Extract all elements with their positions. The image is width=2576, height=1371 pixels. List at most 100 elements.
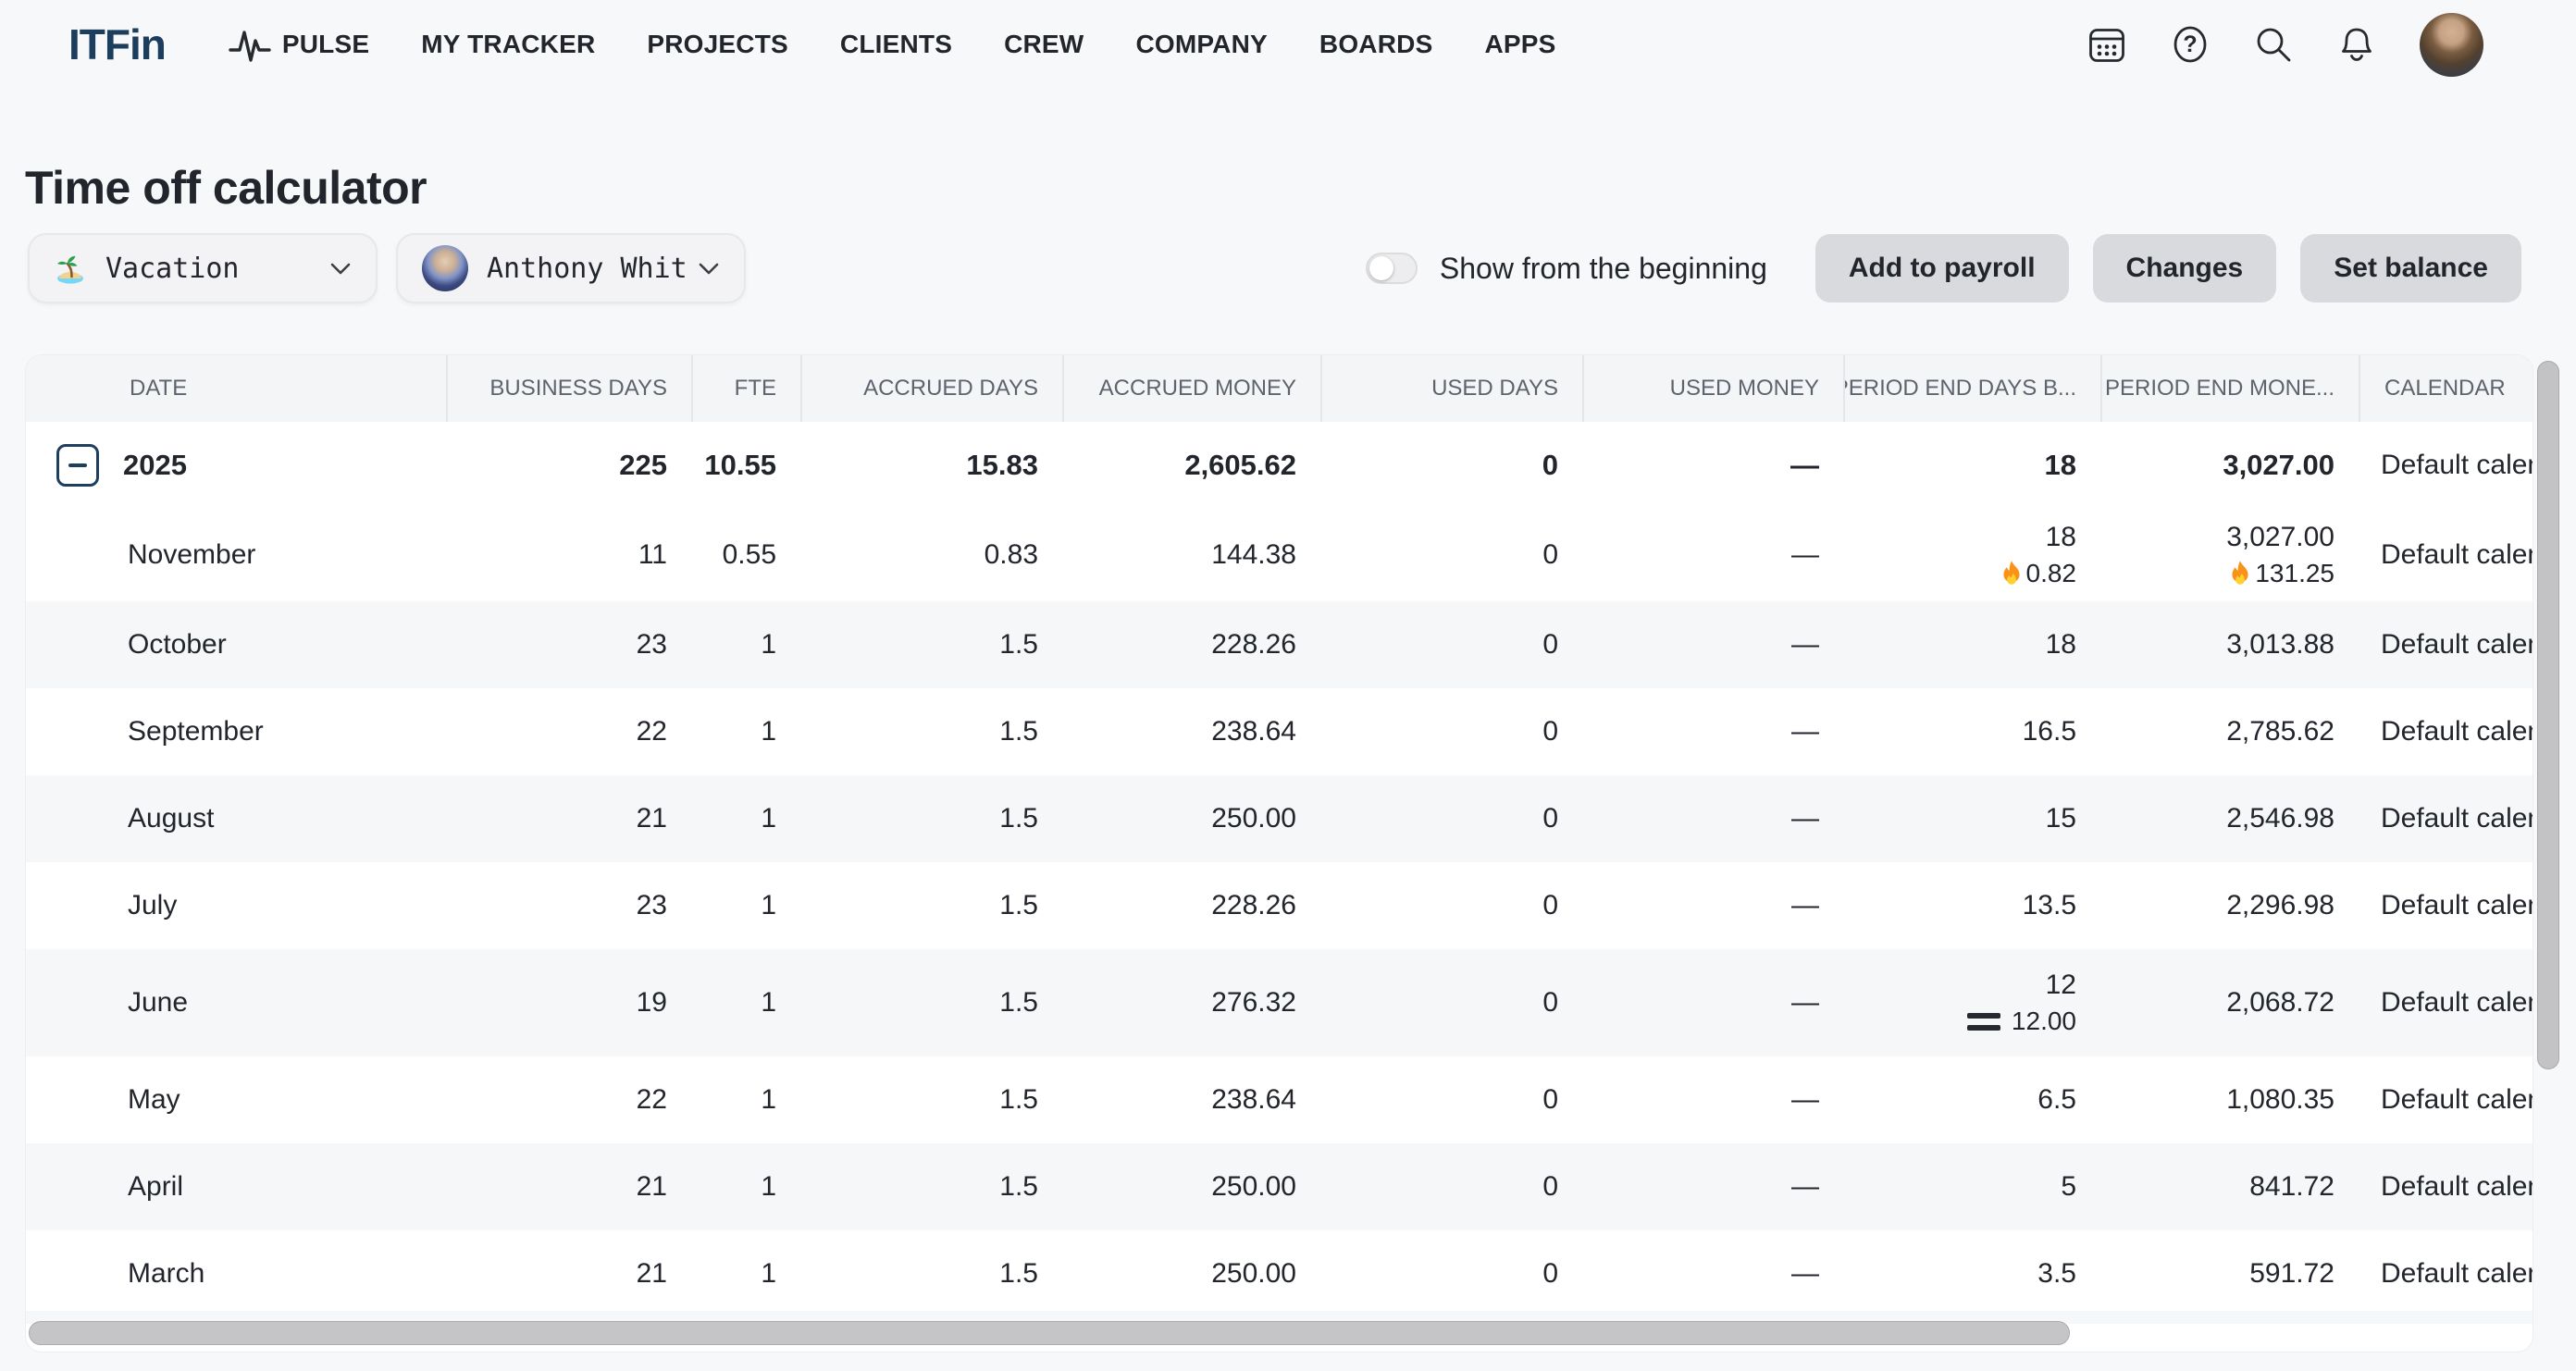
- cell-calendar: Default calendar: [2359, 509, 2533, 601]
- cell-accrued-money: 2,605.62: [1062, 422, 1320, 509]
- period-end-money-value: 3,027.00: [2223, 449, 2334, 482]
- show-from-beginning-toggle[interactable]: [1366, 253, 1418, 284]
- cell-used-days: 0: [1320, 775, 1582, 862]
- date-label: March: [128, 1258, 204, 1290]
- cell-calendar: Default calendar: [2359, 1056, 2533, 1143]
- minus-icon: [68, 463, 87, 467]
- cell-fte: 0.55: [691, 509, 800, 601]
- table-row: July2311.5228.260—13.52,296.98Default ca…: [26, 862, 2533, 949]
- cell-accrued-days: 15.83: [800, 422, 1062, 509]
- column-header-period-end-money[interactable]: PERIOD END MONE...: [2100, 355, 2359, 422]
- cell-calendar: Default calendar: [2359, 949, 2533, 1056]
- column-header-used-money[interactable]: USED MONEY: [1582, 355, 1843, 422]
- top-nav: ITFin PULSE MY TRACKER PROJECTS CLIENTS …: [0, 0, 2576, 89]
- cell-period-end-days: 15: [1843, 775, 2100, 862]
- cell-fte: 1: [691, 1143, 800, 1230]
- cell-used-money: —: [1582, 688, 1843, 775]
- date-cell: May: [26, 1056, 446, 1143]
- cell-period-end-days: 18: [1843, 422, 2100, 509]
- cell-accrued-money: 144.38: [1062, 509, 1320, 601]
- table-row: May2211.5238.640—6.51,080.35Default cale…: [26, 1056, 2533, 1143]
- cell-used-days: 0: [1320, 949, 1582, 1056]
- collapse-year-button[interactable]: [56, 444, 99, 487]
- top-icons: ?: [2087, 13, 2483, 77]
- app-logo[interactable]: ITFin: [68, 19, 166, 69]
- changes-button[interactable]: Changes: [2093, 234, 2277, 303]
- cell-business-days: 21: [446, 775, 691, 862]
- fire-icon: [2228, 560, 2252, 587]
- table-row: August2111.5250.000—152,546.98Default ca…: [26, 775, 2533, 862]
- cell-period-end-money: 3,027.00131.25: [2100, 509, 2359, 601]
- fire-icon: [2000, 560, 2024, 587]
- cell-used-money: —: [1582, 775, 1843, 862]
- vertical-scrollbar[interactable]: [2537, 361, 2559, 1069]
- nav-item-boards[interactable]: BOARDS: [1319, 30, 1433, 59]
- nav-item-apps[interactable]: APPS: [1484, 30, 1555, 59]
- column-header-accrued-days[interactable]: ACCRUED DAYS: [800, 355, 1062, 422]
- column-header-used-days[interactable]: USED DAYS: [1320, 355, 1582, 422]
- cell-accrued-money: 238.64: [1062, 1056, 1320, 1143]
- show-from-beginning-label: Show from the beginning: [1440, 252, 1767, 286]
- date-label: August: [128, 803, 214, 834]
- employee-select[interactable]: Anthony Whit: [396, 233, 746, 303]
- policy-select[interactable]: Vacation: [28, 233, 378, 303]
- nav-item-company[interactable]: COMPANY: [1135, 30, 1267, 59]
- date-cell: October: [26, 601, 446, 688]
- cell-used-money: —: [1582, 862, 1843, 949]
- nav-item-projects[interactable]: PROJECTS: [647, 30, 788, 59]
- horizontal-scrollbar[interactable]: [29, 1321, 2070, 1345]
- date-cell: March: [26, 1230, 446, 1317]
- period-end-days-value: 5: [2061, 1171, 2076, 1203]
- cell-fte: 1: [691, 601, 800, 688]
- date-cell: August: [26, 775, 446, 862]
- cell-period-end-days: 6.5: [1843, 1056, 2100, 1143]
- nav-item-my-tracker[interactable]: MY TRACKER: [421, 30, 595, 59]
- period-end-days-value: 6.5: [2037, 1084, 2076, 1116]
- column-header-period-end-days[interactable]: PERIOD END DAYS B...: [1843, 355, 2100, 422]
- cell-calendar: Default calendar: [2359, 862, 2533, 949]
- table-row: November110.550.83144.380—180.823,027.00…: [26, 509, 2533, 601]
- help-icon[interactable]: ?: [2170, 24, 2211, 65]
- island-icon: [54, 252, 87, 285]
- cell-accrued-days: 1.5: [800, 775, 1062, 862]
- cell-used-money: —: [1582, 1143, 1843, 1230]
- period-end-money-value: 3,013.88: [2226, 629, 2334, 661]
- table-body: 202522510.5515.832,605.620—183,027.00Def…: [26, 422, 2533, 1317]
- pulse-icon: [229, 26, 271, 63]
- cell-used-days: 0: [1320, 1056, 1582, 1143]
- set-balance-button[interactable]: Set balance: [2300, 234, 2521, 303]
- calendar-grid-icon[interactable]: [2087, 24, 2127, 65]
- column-header-accrued-money[interactable]: ACCRUED MONEY: [1062, 355, 1320, 422]
- nav-item-pulse[interactable]: PULSE: [229, 26, 369, 63]
- period-end-money-value: 1,080.35: [2226, 1084, 2334, 1116]
- cell-calendar: Default calendar: [2359, 601, 2533, 688]
- cell-period-end-days: 13.5: [1843, 862, 2100, 949]
- search-icon[interactable]: [2253, 24, 2294, 65]
- period-end-days-value: 1212.00: [1967, 970, 2076, 1036]
- date-label: July: [128, 890, 177, 921]
- nav-item-clients[interactable]: CLIENTS: [840, 30, 952, 59]
- period-end-money-value: 2,296.98: [2226, 890, 2334, 921]
- column-header-business-days[interactable]: BUSINESS DAYS: [446, 355, 691, 422]
- date-label: October: [128, 629, 227, 661]
- period-end-days-value: 18: [2045, 449, 2076, 482]
- date-label: April: [128, 1171, 183, 1203]
- cell-used-money: —: [1582, 422, 1843, 509]
- add-to-payroll-button[interactable]: Add to payroll: [1815, 234, 2069, 303]
- cell-fte: 1: [691, 775, 800, 862]
- cell-calendar: Default calendar: [2359, 1143, 2533, 1230]
- timeoff-table: DATE BUSINESS DAYS FTE ACCRUED DAYS ACCR…: [25, 354, 2533, 1352]
- column-header-fte[interactable]: FTE: [691, 355, 800, 422]
- nav-item-crew[interactable]: CREW: [1004, 30, 1084, 59]
- column-header-date[interactable]: DATE: [26, 355, 446, 422]
- user-avatar[interactable]: [2420, 13, 2483, 77]
- cell-accrued-days: 1.5: [800, 862, 1062, 949]
- period-end-money-value: 2,546.98: [2226, 803, 2334, 834]
- bell-icon[interactable]: [2336, 24, 2377, 65]
- cell-accrued-days: 1.5: [800, 601, 1062, 688]
- period-end-days-value: 3.5: [2037, 1258, 2076, 1290]
- period-end-money-value: 591.72: [2249, 1258, 2334, 1290]
- date-label: November: [128, 539, 255, 571]
- period-end-money-value: 2,785.62: [2226, 716, 2334, 747]
- column-header-calendar[interactable]: CALENDAR: [2359, 355, 2533, 422]
